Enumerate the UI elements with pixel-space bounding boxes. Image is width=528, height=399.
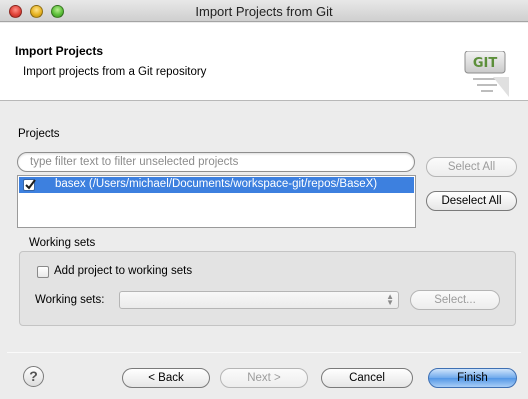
- project-checkbox[interactable]: [23, 179, 36, 191]
- list-item[interactable]: basex (/Users/michael/Documents/workspac…: [19, 177, 414, 193]
- title-bar: Import Projects from Git: [0, 0, 528, 22]
- select-all-button[interactable]: Select All: [426, 157, 517, 177]
- projects-label: Projects: [18, 128, 60, 140]
- cancel-button[interactable]: Cancel: [321, 368, 413, 388]
- git-logo-icon: GIT: [463, 50, 511, 99]
- add-to-working-sets-checkbox[interactable]: [37, 266, 49, 278]
- filter-field[interactable]: [17, 152, 415, 172]
- footer-divider: [7, 352, 521, 353]
- working-sets-select[interactable]: ▲ ▼: [119, 291, 399, 309]
- project-label: basex (/Users/michael/Documents/workspac…: [55, 178, 378, 190]
- checkmark-icon: [25, 179, 36, 190]
- select-working-sets-button[interactable]: Select...: [410, 290, 500, 310]
- updown-arrows-icon: ▲ ▼: [386, 292, 394, 307]
- finish-button[interactable]: Finish: [428, 368, 517, 388]
- deselect-all-button[interactable]: Deselect All: [426, 191, 517, 211]
- working-sets-group-label: Working sets: [29, 237, 96, 249]
- working-sets-group: Add project to working sets Working sets…: [19, 251, 516, 326]
- back-button[interactable]: < Back: [122, 368, 210, 388]
- add-to-working-sets-label: Add project to working sets: [54, 265, 193, 277]
- import-projects-dialog: Import Projects from Git Import Projects…: [0, 0, 528, 399]
- next-button[interactable]: Next >: [220, 368, 308, 388]
- filter-input[interactable]: [30, 156, 402, 168]
- window-title: Import Projects from Git: [195, 4, 333, 19]
- working-sets-field-label: Working sets:: [35, 294, 105, 306]
- git-logo-text: GIT: [473, 56, 498, 71]
- projects-list[interactable]: basex (/Users/michael/Documents/workspac…: [17, 175, 416, 228]
- help-icon[interactable]: ?: [23, 366, 44, 387]
- page-description: Import projects from a Git repository: [23, 66, 207, 78]
- page-title: Import Projects: [15, 44, 104, 58]
- wizard-header: Import Projects Import projects from a G…: [0, 23, 528, 101]
